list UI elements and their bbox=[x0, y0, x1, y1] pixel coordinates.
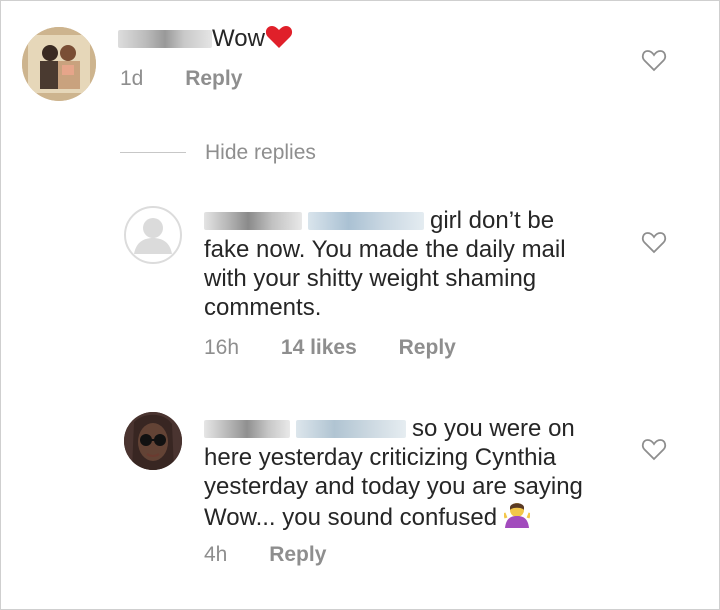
likes-count[interactable]: 14 likes bbox=[281, 336, 357, 360]
comment-text-line1: so you were on bbox=[412, 415, 575, 442]
comment-2-body: girl don’t be fake now. You made the dai… bbox=[204, 206, 604, 322]
comment-3-body: so you were on here yesterday criticizin… bbox=[204, 414, 624, 536]
comment-2-meta: 16h 14 likes Reply bbox=[204, 336, 456, 360]
comment-3-meta: 4h Reply bbox=[204, 543, 326, 567]
comment-1-body: Wow bbox=[118, 24, 293, 57]
red-heart-icon bbox=[265, 24, 293, 57]
reply-button[interactable]: Reply bbox=[399, 336, 456, 360]
user-avatar-2[interactable] bbox=[124, 206, 182, 264]
comment-time: 16h bbox=[204, 336, 240, 359]
blurred-mention bbox=[308, 212, 424, 230]
reply-button[interactable]: Reply bbox=[185, 67, 242, 91]
comment-text-line1: girl don’t be bbox=[430, 207, 555, 234]
hide-replies-divider bbox=[120, 152, 186, 153]
comment-time: 4h bbox=[204, 543, 228, 566]
comment-text: Wow bbox=[212, 25, 265, 52]
user-avatar-1[interactable] bbox=[22, 27, 96, 101]
profile-photo-icon bbox=[22, 27, 96, 101]
user-avatar-3[interactable] bbox=[124, 412, 182, 470]
blurred-username bbox=[204, 212, 302, 230]
reply-button[interactable]: Reply bbox=[269, 543, 326, 567]
hide-replies-button[interactable]: Hide replies bbox=[205, 141, 316, 165]
profile-photo-icon bbox=[124, 412, 182, 470]
like-heart-icon[interactable] bbox=[641, 437, 667, 461]
like-heart-icon[interactable] bbox=[641, 230, 667, 254]
comment-time: 1d bbox=[120, 67, 144, 90]
blurred-username bbox=[118, 30, 212, 48]
like-heart-icon[interactable] bbox=[641, 48, 667, 72]
comment-1-meta: 1d Reply bbox=[120, 67, 242, 91]
person-shrugging-emoji-icon bbox=[502, 501, 532, 536]
comment-text: fake now. You made the daily mail with y… bbox=[204, 236, 566, 321]
blurred-username bbox=[204, 420, 290, 438]
blurred-mention bbox=[296, 420, 406, 438]
default-avatar-icon bbox=[134, 218, 172, 254]
